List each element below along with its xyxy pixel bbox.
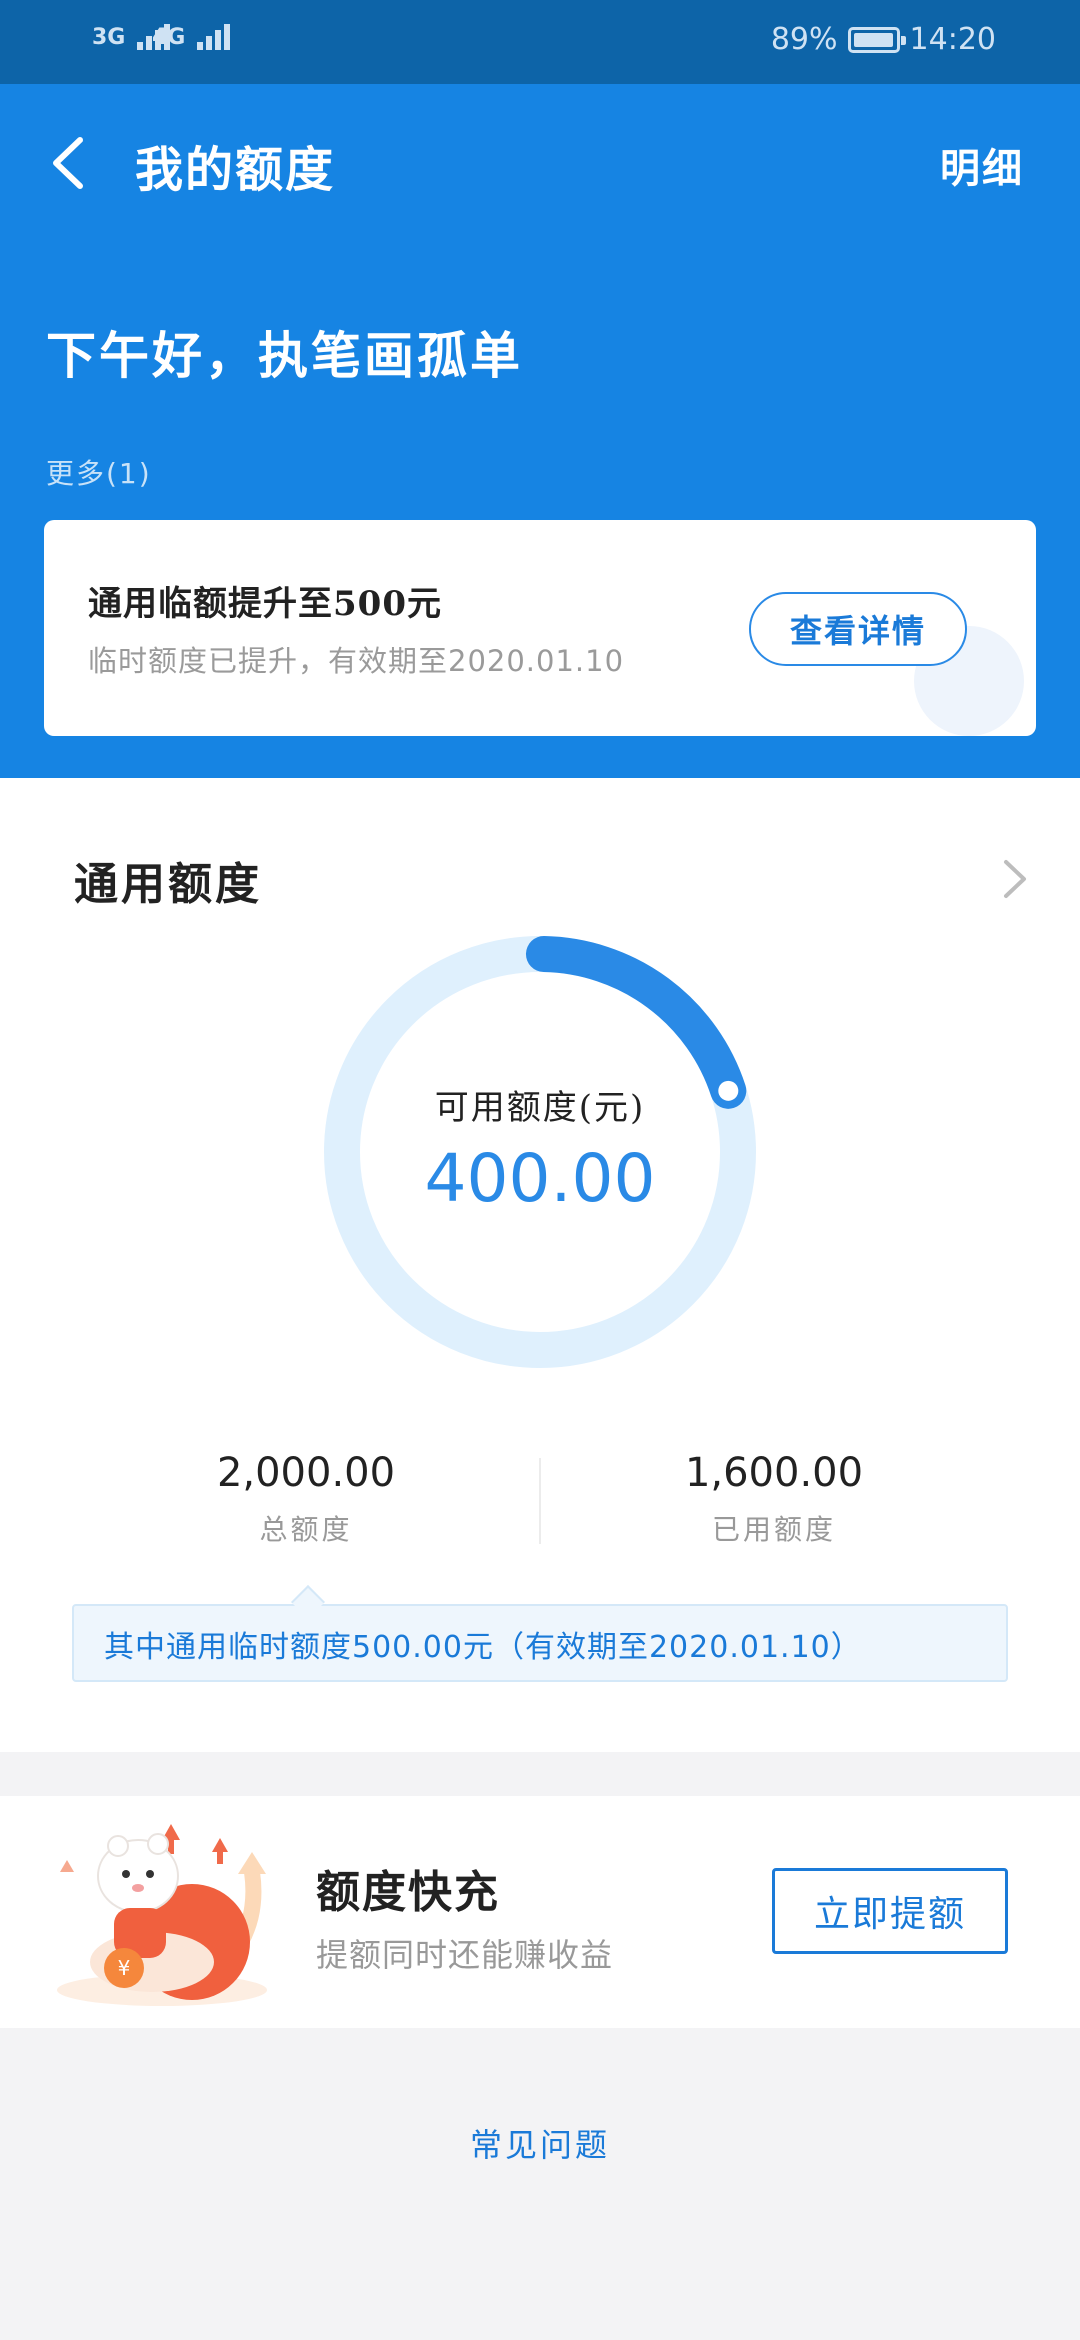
total-credit-value: 2,000.00	[216, 1450, 396, 1496]
signal-3g-label: 3G	[92, 25, 126, 50]
signal-4g-icon: 4G	[152, 24, 233, 50]
greeting-text: 下午好，执笔画孤单	[46, 326, 523, 385]
notice-subtitle: 临时额度已提升，有效期至2020.01.10	[88, 644, 625, 678]
stat-divider	[539, 1458, 541, 1544]
used-credit-stat: 1,600.00 已用额度	[624, 1450, 924, 1548]
promo-subtitle: 提额同时还能赚收益	[316, 1936, 614, 1974]
clock: 14:20	[909, 22, 996, 57]
promo-banner[interactable]: ¥ 额度快充 提额同时还能赚收益 立即提额	[0, 1796, 1080, 2028]
more-link[interactable]: 更多(1)	[46, 452, 152, 492]
detail-link[interactable]: 明细	[940, 136, 1024, 194]
back-arrow-icon[interactable]	[44, 128, 94, 198]
status-bar: 3G 4G 89% 14:20	[0, 0, 1080, 84]
section-title: 通用额度	[74, 859, 262, 910]
temporary-credit-tip: 其中通用临时额度500.00元（有效期至2020.01.10）	[72, 1604, 1008, 1682]
header: 我的额度 明细 下午好，执笔画孤单 更多(1) 通用临额提升至500元 临时额度…	[0, 84, 1080, 778]
view-details-button[interactable]: 查看详情	[749, 592, 967, 666]
notice-title: 通用临额提升至500元	[88, 584, 442, 624]
total-credit-label: 总额度	[259, 1513, 353, 1546]
faq-link[interactable]: 常见问题	[0, 2120, 1080, 2166]
status-right: 89% 14:20	[771, 22, 996, 57]
available-value: 400.00	[424, 1140, 656, 1217]
mascot-illustration: ¥	[57, 1824, 267, 2006]
chevron-right-icon[interactable]	[996, 856, 1032, 902]
ring-progress-arc	[525, 936, 747, 1109]
used-credit-label: 已用额度	[711, 1513, 836, 1546]
tip-text: 其中通用临时额度500.00元（有效期至2020.01.10）	[104, 1630, 862, 1665]
signal-4g-label: 4G	[152, 25, 186, 50]
raise-limit-button[interactable]: 立即提额	[772, 1868, 1008, 1954]
battery-percent: 89%	[770, 22, 838, 57]
used-credit-value: 1,600.00	[684, 1450, 864, 1496]
credit-section: 通用额度 可用额度(元) 400.00 2,000.00 总额度 1,600.0…	[0, 778, 1080, 1752]
total-credit-stat: 2,000.00 总额度	[156, 1450, 456, 1548]
page-title: 我的额度	[135, 142, 336, 198]
svg-text:¥: ¥	[118, 1956, 131, 1980]
notice-card[interactable]: 通用临额提升至500元 临时额度已提升，有效期至2020.01.10 查看详情	[44, 520, 1036, 736]
battery-icon	[847, 26, 906, 53]
available-label: 可用额度(元)	[434, 1088, 646, 1128]
promo-title: 额度快充	[316, 1867, 500, 1918]
